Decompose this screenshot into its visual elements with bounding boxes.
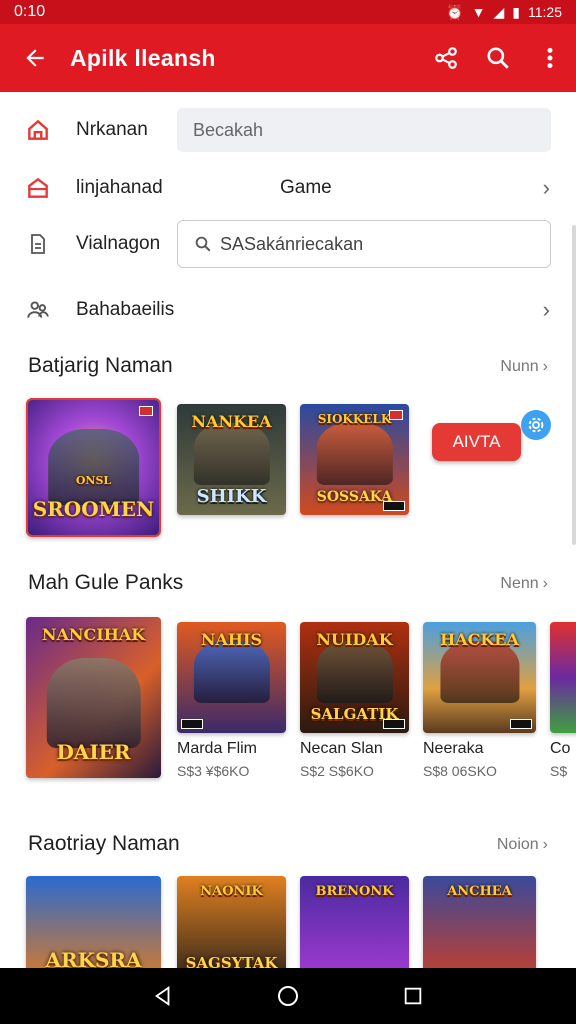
gear-icon [528,417,544,433]
nav-back-button[interactable] [143,976,183,1016]
card-art-subtitle: NUIDAK [316,630,393,649]
app-title: Apilk lleansh [70,44,216,71]
wifi-icon: ▼ [471,4,486,20]
home-icon [28,119,48,140]
game-card-3[interactable]: NUIDAK SALGATIK [300,622,409,733]
game-card-4[interactable]: HACKEA [423,622,536,733]
settings-row-2-label: linjahanad [76,177,163,198]
settings-row-2[interactable]: linjahanad Game › [0,166,576,210]
name-field[interactable]: Becakah [177,108,551,152]
home-circle-icon [277,986,298,1006]
settings-row-3-label: Vialnagon [76,233,161,254]
settings-row-4[interactable]: Bahabaeilis › [0,288,576,332]
nav-home-button[interactable] [268,976,308,1016]
search-icon [487,47,509,69]
overflow-menu-button[interactable] [524,24,576,92]
game-price-1: S$3 ¥$6KO [177,763,250,779]
search-placeholder: SASakánriecakan [220,233,364,254]
game-name-4: Co [550,740,571,757]
card-art-subtitle: BRENONK [315,884,394,899]
search-input[interactable]: SASakánriecakan [177,220,551,268]
share-button[interactable] [420,24,472,92]
section-title-2: Mah Gule Panks [28,571,184,594]
recents-square-icon [405,987,422,1005]
chevron-right-icon: › [542,297,550,322]
app-screen: 0:10 ⏰ ▼ ◢ ▮ 11:25 Apilk lleansh Nrkanan… [0,0,576,1024]
battery-icon: ▮ [512,3,520,20]
bottom-card-2[interactable]: NAONIK SAGSYTAK [177,876,286,976]
section-more-3[interactable]: Noion › [497,836,548,854]
badge-icon [389,410,403,420]
category-value: Game [280,177,332,198]
back-button[interactable] [0,24,70,92]
share-icon [435,47,457,69]
group-icon [27,301,49,318]
game-card-5[interactable] [550,622,576,733]
settings-row-1-label: Nrkanan [76,119,148,140]
system-nav-bar [0,968,576,1024]
game-name-1: Marda Flim [177,740,258,757]
signal-icon: ◢ [493,3,505,20]
featured-card-2[interactable]: NANKEA SHIKK [177,404,286,515]
game-price-4: S$ [550,763,568,779]
badge-icon [139,406,153,416]
card-art-subtitle: HACKEA [440,630,519,649]
rating-badge-icon [181,719,203,729]
rating-badge-icon [510,719,532,729]
status-clock: 11:25 [528,4,562,20]
settings-row-4-label: Bahabaeilis [76,299,175,320]
store-icon [28,177,48,198]
chevron-right-icon: › [542,358,548,375]
app-bar: Apilk lleansh [0,24,576,92]
game-name-2: Necan Slan [300,740,383,757]
card-art-title: SROOMEN [32,497,155,521]
card-art-title: DAIER [56,740,131,764]
section-title-3: Raotriay Naman [28,832,180,855]
card-art-subtitle: NANCIHAK [41,625,146,644]
nav-recents-button[interactable] [393,976,433,1016]
section-more-1[interactable]: Nunn › [500,358,548,376]
chevron-right-icon: › [542,836,548,853]
game-card-1[interactable]: NANCIHAK DAIER [26,617,161,778]
search-icon [195,236,211,252]
section-more-2[interactable]: Nenn › [500,575,548,593]
section-title-1: Batjarig Naman [28,354,173,377]
card-art-subtitle: NAONIK [200,884,263,899]
card-art-title: SHIKK [196,486,267,507]
bottom-card-4[interactable]: ANCHEA [423,876,536,976]
featured-card-3[interactable]: SIOKKELK SOSSAKA [300,404,409,515]
game-price-2: S$2 S$6KO [300,763,374,779]
bottom-card-1[interactable]: ARKSRA [26,876,161,976]
rating-badge-icon [383,719,405,729]
status-time: 0:10 [14,3,46,20]
card-art-subtitle: NANKEA [191,412,272,431]
install-button[interactable]: AIVTA [432,423,521,461]
search-button[interactable] [472,24,524,92]
card-art-subtitle: ONSL [75,474,112,487]
alarm-icon: ⏰ [446,3,464,20]
bottom-card-3[interactable]: BRENONK [300,876,409,976]
game-card-2[interactable]: NAHIS [177,622,286,733]
document-icon [31,234,45,254]
chevron-right-icon: › [542,175,550,200]
scrollbar[interactable] [572,225,576,545]
game-name-3: Neeraka [423,740,484,757]
chevron-right-icon: › [542,575,548,592]
more-vert-icon [547,47,553,69]
status-bar: 0:10 ⏰ ▼ ◢ ▮ 11:25 [0,0,576,24]
game-price-3: S$8 06SKO [423,763,497,779]
rating-badge-icon [383,501,405,511]
back-arrow-icon [26,49,44,67]
featured-card-1[interactable]: ONSL SROOMEN [26,398,161,537]
card-art-subtitle: ANCHEA [447,884,512,899]
assistant-button[interactable] [521,410,551,440]
back-triangle-icon [154,986,170,1006]
card-art-subtitle: NAHIS [200,630,263,649]
